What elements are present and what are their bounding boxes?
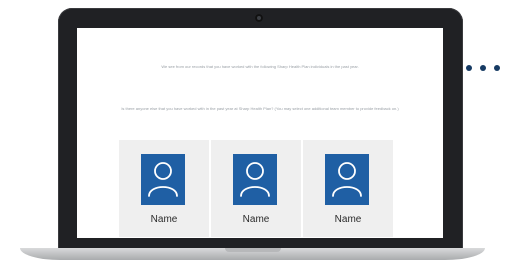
person-icon: [233, 154, 277, 205]
more-dots-icon: [466, 65, 502, 75]
person-icon: [325, 154, 369, 205]
question-text: Is there anyone else that you have worke…: [121, 106, 399, 111]
laptop-screen: We see from our records that you have wo…: [77, 28, 443, 238]
team-member-cards: Name Name Name: [119, 140, 393, 237]
pagination-dot: [494, 65, 500, 71]
pagination-dot: [466, 65, 472, 71]
person-icon: [141, 154, 185, 205]
card-label: Name: [242, 214, 270, 225]
laptop-frame: We see from our records that you have wo…: [58, 8, 463, 250]
webcam-icon: [255, 14, 263, 22]
intro-text: We see from our records that you have wo…: [161, 64, 359, 69]
team-member-card[interactable]: Name: [211, 140, 301, 237]
laptop-hinge: [225, 248, 281, 252]
team-member-card[interactable]: Name: [303, 140, 393, 237]
team-member-card[interactable]: Name: [119, 140, 209, 237]
card-label: Name: [150, 214, 178, 225]
card-label: Name: [334, 214, 362, 225]
pagination-dot: [480, 65, 486, 71]
